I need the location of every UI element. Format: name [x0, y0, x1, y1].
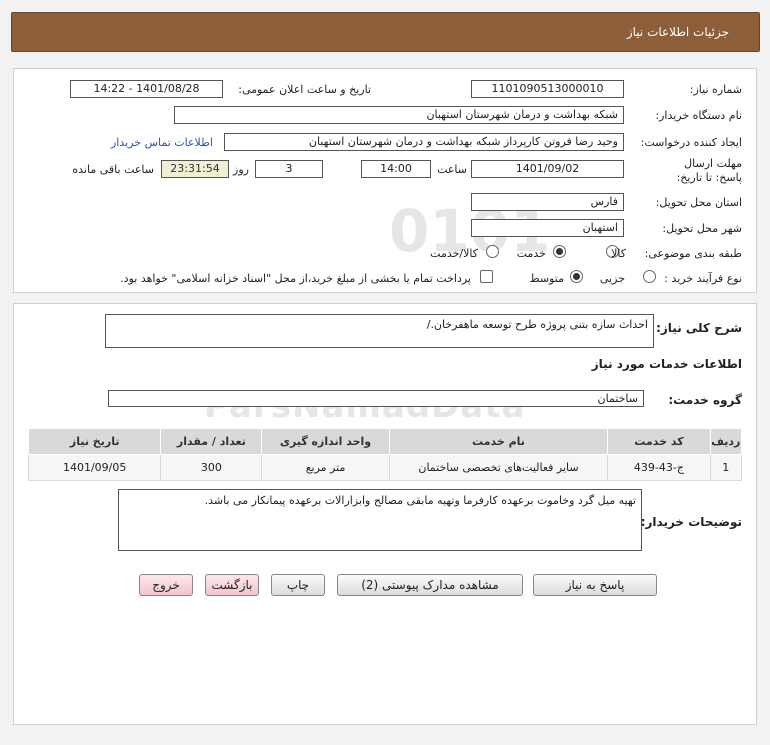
cell-date: 1401/09/05	[27, 454, 162, 481]
cell-code: ج-43-439	[607, 454, 711, 481]
col-name: نام خدمت	[388, 428, 609, 455]
buyer-org-label: نام دستگاه خریدار:	[655, 109, 742, 122]
category-radio-goods-service[interactable]	[486, 245, 499, 258]
page: جزئیات اطلاعات نیاز 0101 شماره نیاز: 110…	[0, 0, 770, 745]
announce-field[interactable]: 1401/08/28 - 14:22	[70, 80, 223, 98]
remaining-label: ساعت باقی مانده	[72, 163, 154, 176]
attachments-button[interactable]: مشاهده مدارک پیوستی (2)	[337, 574, 523, 596]
process-radio-minor[interactable]	[643, 270, 656, 283]
page-header: جزئیات اطلاعات نیاز	[11, 12, 760, 52]
province-field[interactable]: فارس	[471, 193, 624, 211]
deadline-label: مهلت ارسال پاسخ: تا تاریخ:	[676, 157, 742, 184]
deadline-date-field[interactable]: 1401/09/02	[471, 160, 624, 178]
buyer-notes-label: توضیحات خریدار:	[640, 515, 742, 529]
deadline-time-field[interactable]: 14:00	[361, 160, 431, 178]
cell-name: سایر فعالیت‌های تخصصی ساختمان	[388, 454, 609, 481]
exit-button[interactable]: خروج	[139, 574, 193, 596]
process-label: نوع فرآیند خرید :	[664, 272, 742, 285]
contact-buyer-link[interactable]: اطلاعات تماس خریدار	[111, 136, 213, 149]
announce-label: تاریخ و ساعت اعلان عمومی:	[238, 83, 371, 96]
general-desc-label: شرح کلی نیاز:	[656, 321, 742, 335]
category-label: طبقه بندی موضوعی:	[644, 247, 742, 260]
cell-unit: متر مربع	[261, 454, 390, 481]
creator-field[interactable]: وحید رضا فروتن کارپرداز شبکه بهداشت و در…	[224, 133, 624, 151]
services-table: ردیف کد خدمت نام خدمت واحد اندازه گیری ت…	[27, 428, 743, 481]
table-row[interactable]: 1 ج-43-439 سایر فعالیت‌های تخصصی ساختمان…	[27, 454, 743, 481]
col-code: کد خدمت	[607, 428, 711, 455]
need-number-field[interactable]: 1101090513000010	[471, 80, 624, 98]
general-desc-field[interactable]: احداث سازه بتنی پروژه طرح توسعه ماهفرخان…	[105, 314, 654, 348]
page-title: جزئیات اطلاعات نیاز	[626, 25, 729, 39]
reply-button[interactable]: پاسخ به نیاز	[533, 574, 657, 596]
category-option-service: خدمت	[516, 247, 546, 260]
back-button[interactable]: بازگشت	[205, 574, 259, 596]
creator-label: ایجاد کننده درخواست:	[640, 136, 742, 149]
category-option-goods-service: کالا/خدمت	[430, 247, 478, 260]
category-option-goods: کالا	[611, 247, 626, 260]
services-info-heading: اطلاعات خدمات مورد نیاز	[591, 357, 742, 371]
table-header-row: ردیف کد خدمت نام خدمت واحد اندازه گیری ت…	[27, 428, 743, 455]
deadline-time-label: ساعت	[437, 163, 467, 176]
city-field[interactable]: استهبان	[471, 219, 624, 237]
col-qty: تعداد / مقدار	[160, 428, 263, 455]
buyer-org-field[interactable]: شبکه بهداشت و درمان شهرستان استهبان	[174, 106, 624, 124]
cell-row: 1	[709, 454, 743, 481]
need-panel: ParsNamadData ۰۲۱-۸۸۳۴۹۶۷۰-۵ شرح کلی نیا…	[13, 303, 757, 725]
buyer-notes-field[interactable]: تهیه میل گرد وخاموت برعهده کارفرما وتهیه…	[118, 489, 642, 551]
payment-note: پرداخت تمام یا بخشی از مبلغ خرید،از محل …	[120, 272, 471, 285]
process-option-minor: جزیی	[599, 272, 625, 285]
col-date: تاریخ نیاز	[27, 428, 162, 455]
days-field[interactable]: 3	[255, 160, 323, 178]
remaining-time-field: 23:31:54	[161, 160, 229, 178]
process-radio-medium[interactable]	[570, 270, 583, 283]
process-option-medium: متوسط	[529, 272, 564, 285]
service-group-label: گروه خدمت:	[668, 393, 742, 407]
need-number-label: شماره نیاز:	[689, 83, 742, 96]
col-unit: واحد اندازه گیری	[261, 428, 390, 455]
cell-qty: 300	[160, 454, 263, 481]
treasury-payment-checkbox[interactable]	[480, 270, 493, 283]
col-row: ردیف	[709, 428, 743, 455]
province-label: استان محل تحویل:	[655, 196, 742, 209]
service-group-field[interactable]: ساختمان	[108, 390, 644, 407]
print-button[interactable]: چاپ	[271, 574, 325, 596]
city-label: شهر محل تحویل:	[662, 222, 742, 235]
category-radio-service[interactable]	[553, 245, 566, 258]
details-panel: 0101 شماره نیاز: 1101090513000010 تاریخ …	[13, 68, 757, 293]
